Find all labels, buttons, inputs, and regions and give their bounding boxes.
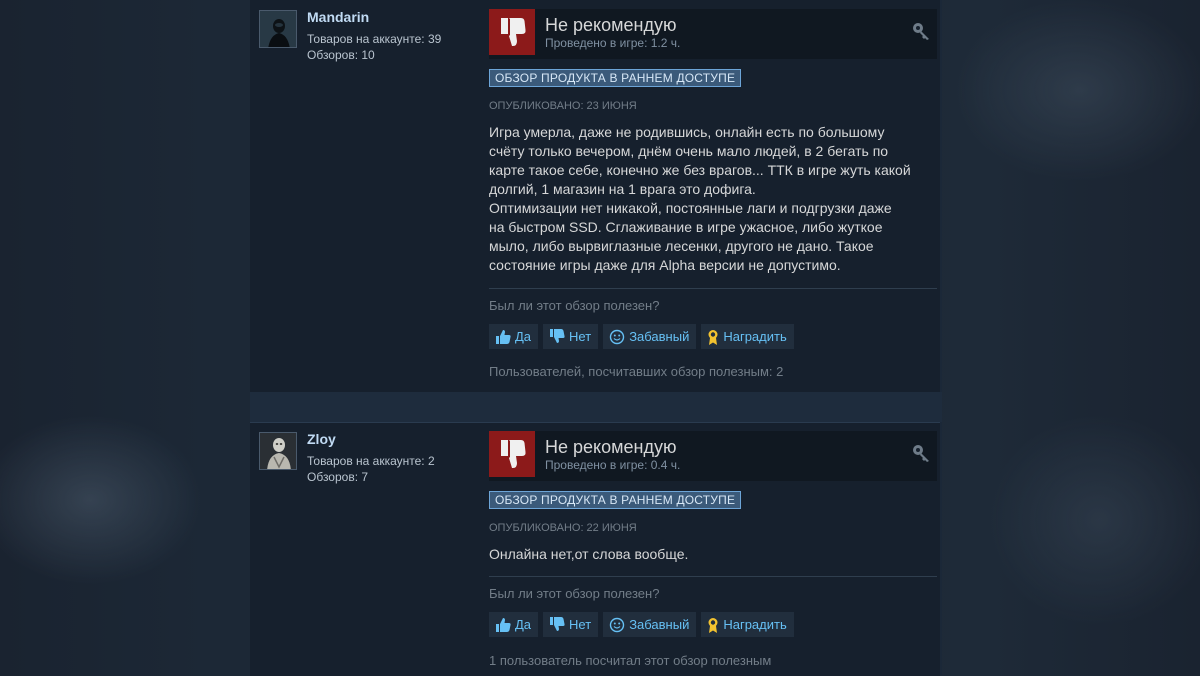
helpful-question: Был ли этот обзор полезен? <box>489 298 660 313</box>
products-count[interactable]: Товаров на аккаунте: 2 <box>307 453 435 469</box>
review-text-line: Оптимизации нет никакой, постоянные лаги… <box>489 200 892 216</box>
review-card: Zloy Товаров на аккаунте: 2 Обзоров: 7 Н… <box>250 422 940 676</box>
posted-date: ОПУБЛИКОВАНО: 22 ИЮНЯ <box>489 522 637 534</box>
review-text-line: карте такое себе, конечно же без врагов.… <box>489 162 911 178</box>
review-text: Онлайна нет,от слова вообще. <box>489 545 934 564</box>
early-access-badge: ОБЗОР ПРОДУКТА В РАННЕМ ДОСТУПЕ <box>489 69 742 87</box>
vote-buttons: Да Нет Забавный Наградить <box>489 324 794 349</box>
author-name[interactable]: Mandarin <box>307 9 369 25</box>
review-text-line: состояние игры даже для Alpha версии не … <box>489 257 841 273</box>
vote-no-label: Нет <box>569 329 592 344</box>
award-button[interactable]: Наградить <box>701 612 794 637</box>
vote-yes-button[interactable]: Да <box>489 612 539 637</box>
divider <box>489 576 937 577</box>
award-icon[interactable] <box>911 21 931 46</box>
vote-no-label: Нет <box>569 617 592 632</box>
smiley-icon <box>609 329 625 344</box>
award-medal-icon <box>708 617 718 633</box>
vote-yes-label: Да <box>515 329 532 344</box>
award-label: Наградить <box>723 329 787 344</box>
verdict-title: Не рекомендую <box>545 15 677 35</box>
review-text-line: на быстром SSD. Сглаживание в игре ужасн… <box>489 219 883 235</box>
vote-yes-label: Да <box>515 617 532 632</box>
early-access-badge: ОБЗОР ПРОДУКТА В РАННЕМ ДОСТУПЕ <box>489 491 742 509</box>
vote-yes-button[interactable]: Да <box>489 324 539 349</box>
hours-played: Проведено в игре: 1.2 ч. <box>545 36 681 50</box>
review-text: Игра умерла, даже не родившись, онлайн е… <box>489 123 934 275</box>
verdict-title: Не рекомендую <box>545 437 677 457</box>
review-text-line: мыло, либо вырвиглазные лесенки, другого… <box>489 238 874 254</box>
avatar[interactable] <box>259 432 297 470</box>
vote-funny-button[interactable]: Забавный <box>603 612 697 637</box>
vote-funny-label: Забавный <box>629 329 690 344</box>
hours-played: Проведено в игре: 0.4 ч. <box>545 458 681 472</box>
vote-buttons: Да Нет Забавный Наградить <box>489 612 794 637</box>
award-medal-icon <box>708 329 718 345</box>
vote-funny-label: Забавный <box>629 617 690 632</box>
divider <box>489 288 937 289</box>
award-button[interactable]: Наградить <box>701 324 794 349</box>
helpful-count: Пользователей, посчитавших обзор полезны… <box>489 364 784 379</box>
vote-funny-button[interactable]: Забавный <box>603 324 697 349</box>
review-text-line: счёту только вечером, днём очень мало лю… <box>489 143 889 159</box>
thumbs-down-icon <box>550 329 565 343</box>
review-card: Mandarin Товаров на аккаунте: 39 Обзоров… <box>250 0 940 392</box>
vote-no-button[interactable]: Нет <box>543 324 599 349</box>
award-label: Наградить <box>723 617 787 632</box>
thumbs-down-icon <box>550 617 565 631</box>
review-separator <box>250 392 942 422</box>
helpful-count: 1 пользователь посчитал этот обзор полез… <box>489 653 772 668</box>
helpful-question: Был ли этот обзор полезен? <box>489 586 660 601</box>
author-name[interactable]: Zloy <box>307 431 336 447</box>
reviews-count[interactable]: Обзоров: 10 <box>307 47 375 63</box>
vote-no-button[interactable]: Нет <box>543 612 599 637</box>
thumbs-down-icon <box>489 431 535 477</box>
review-text-line: Онлайна нет,от слова вообще. <box>489 546 689 562</box>
review-text-line: Игра умерла, даже не родившись, онлайн е… <box>489 124 885 140</box>
review-text-line: долгий, 1 магазин на 1 врага это дофига. <box>489 181 756 197</box>
vote-header[interactable]: Не рекомендую Проведено в игре: 0.4 ч. <box>489 431 937 481</box>
award-icon[interactable] <box>911 443 931 468</box>
thumbs-up-icon <box>496 330 511 344</box>
smiley-icon <box>609 617 625 632</box>
vote-header[interactable]: Не рекомендую Проведено в игре: 1.2 ч. <box>489 9 937 59</box>
products-count[interactable]: Товаров на аккаунте: 39 <box>307 31 441 47</box>
avatar[interactable] <box>259 10 297 48</box>
posted-date: ОПУБЛИКОВАНО: 23 ИЮНЯ <box>489 100 637 112</box>
thumbs-up-icon <box>496 618 511 632</box>
thumbs-down-icon <box>489 9 535 55</box>
reviews-count[interactable]: Обзоров: 7 <box>307 469 368 485</box>
